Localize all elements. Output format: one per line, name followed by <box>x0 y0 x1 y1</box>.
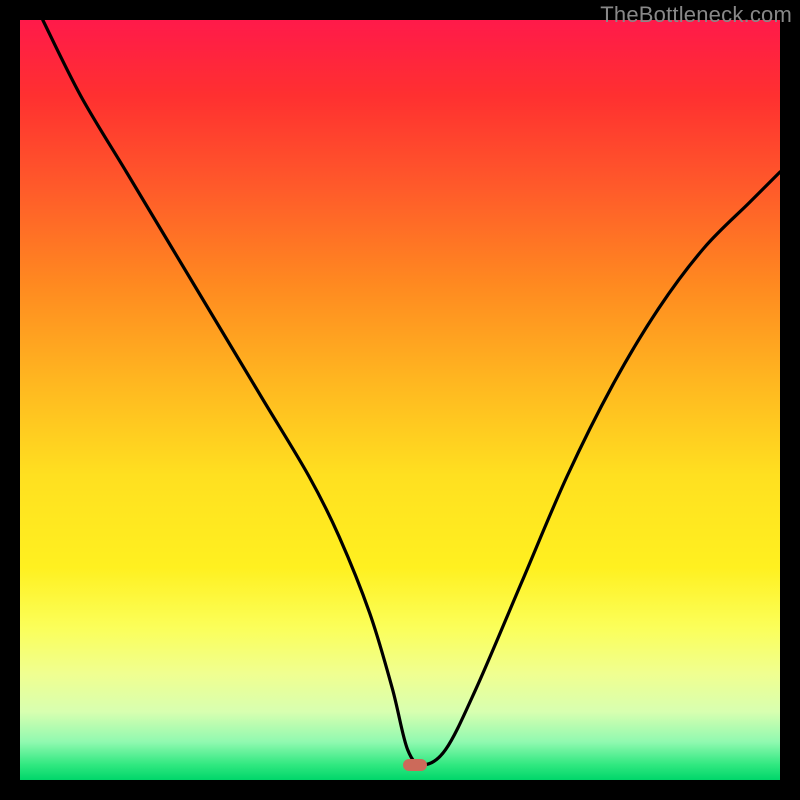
watermark-text: TheBottleneck.com <box>600 2 792 28</box>
chart-container: TheBottleneck.com <box>0 0 800 800</box>
plot-area <box>20 20 780 780</box>
bottleneck-marker <box>403 759 427 771</box>
bottleneck-curve <box>20 20 780 780</box>
